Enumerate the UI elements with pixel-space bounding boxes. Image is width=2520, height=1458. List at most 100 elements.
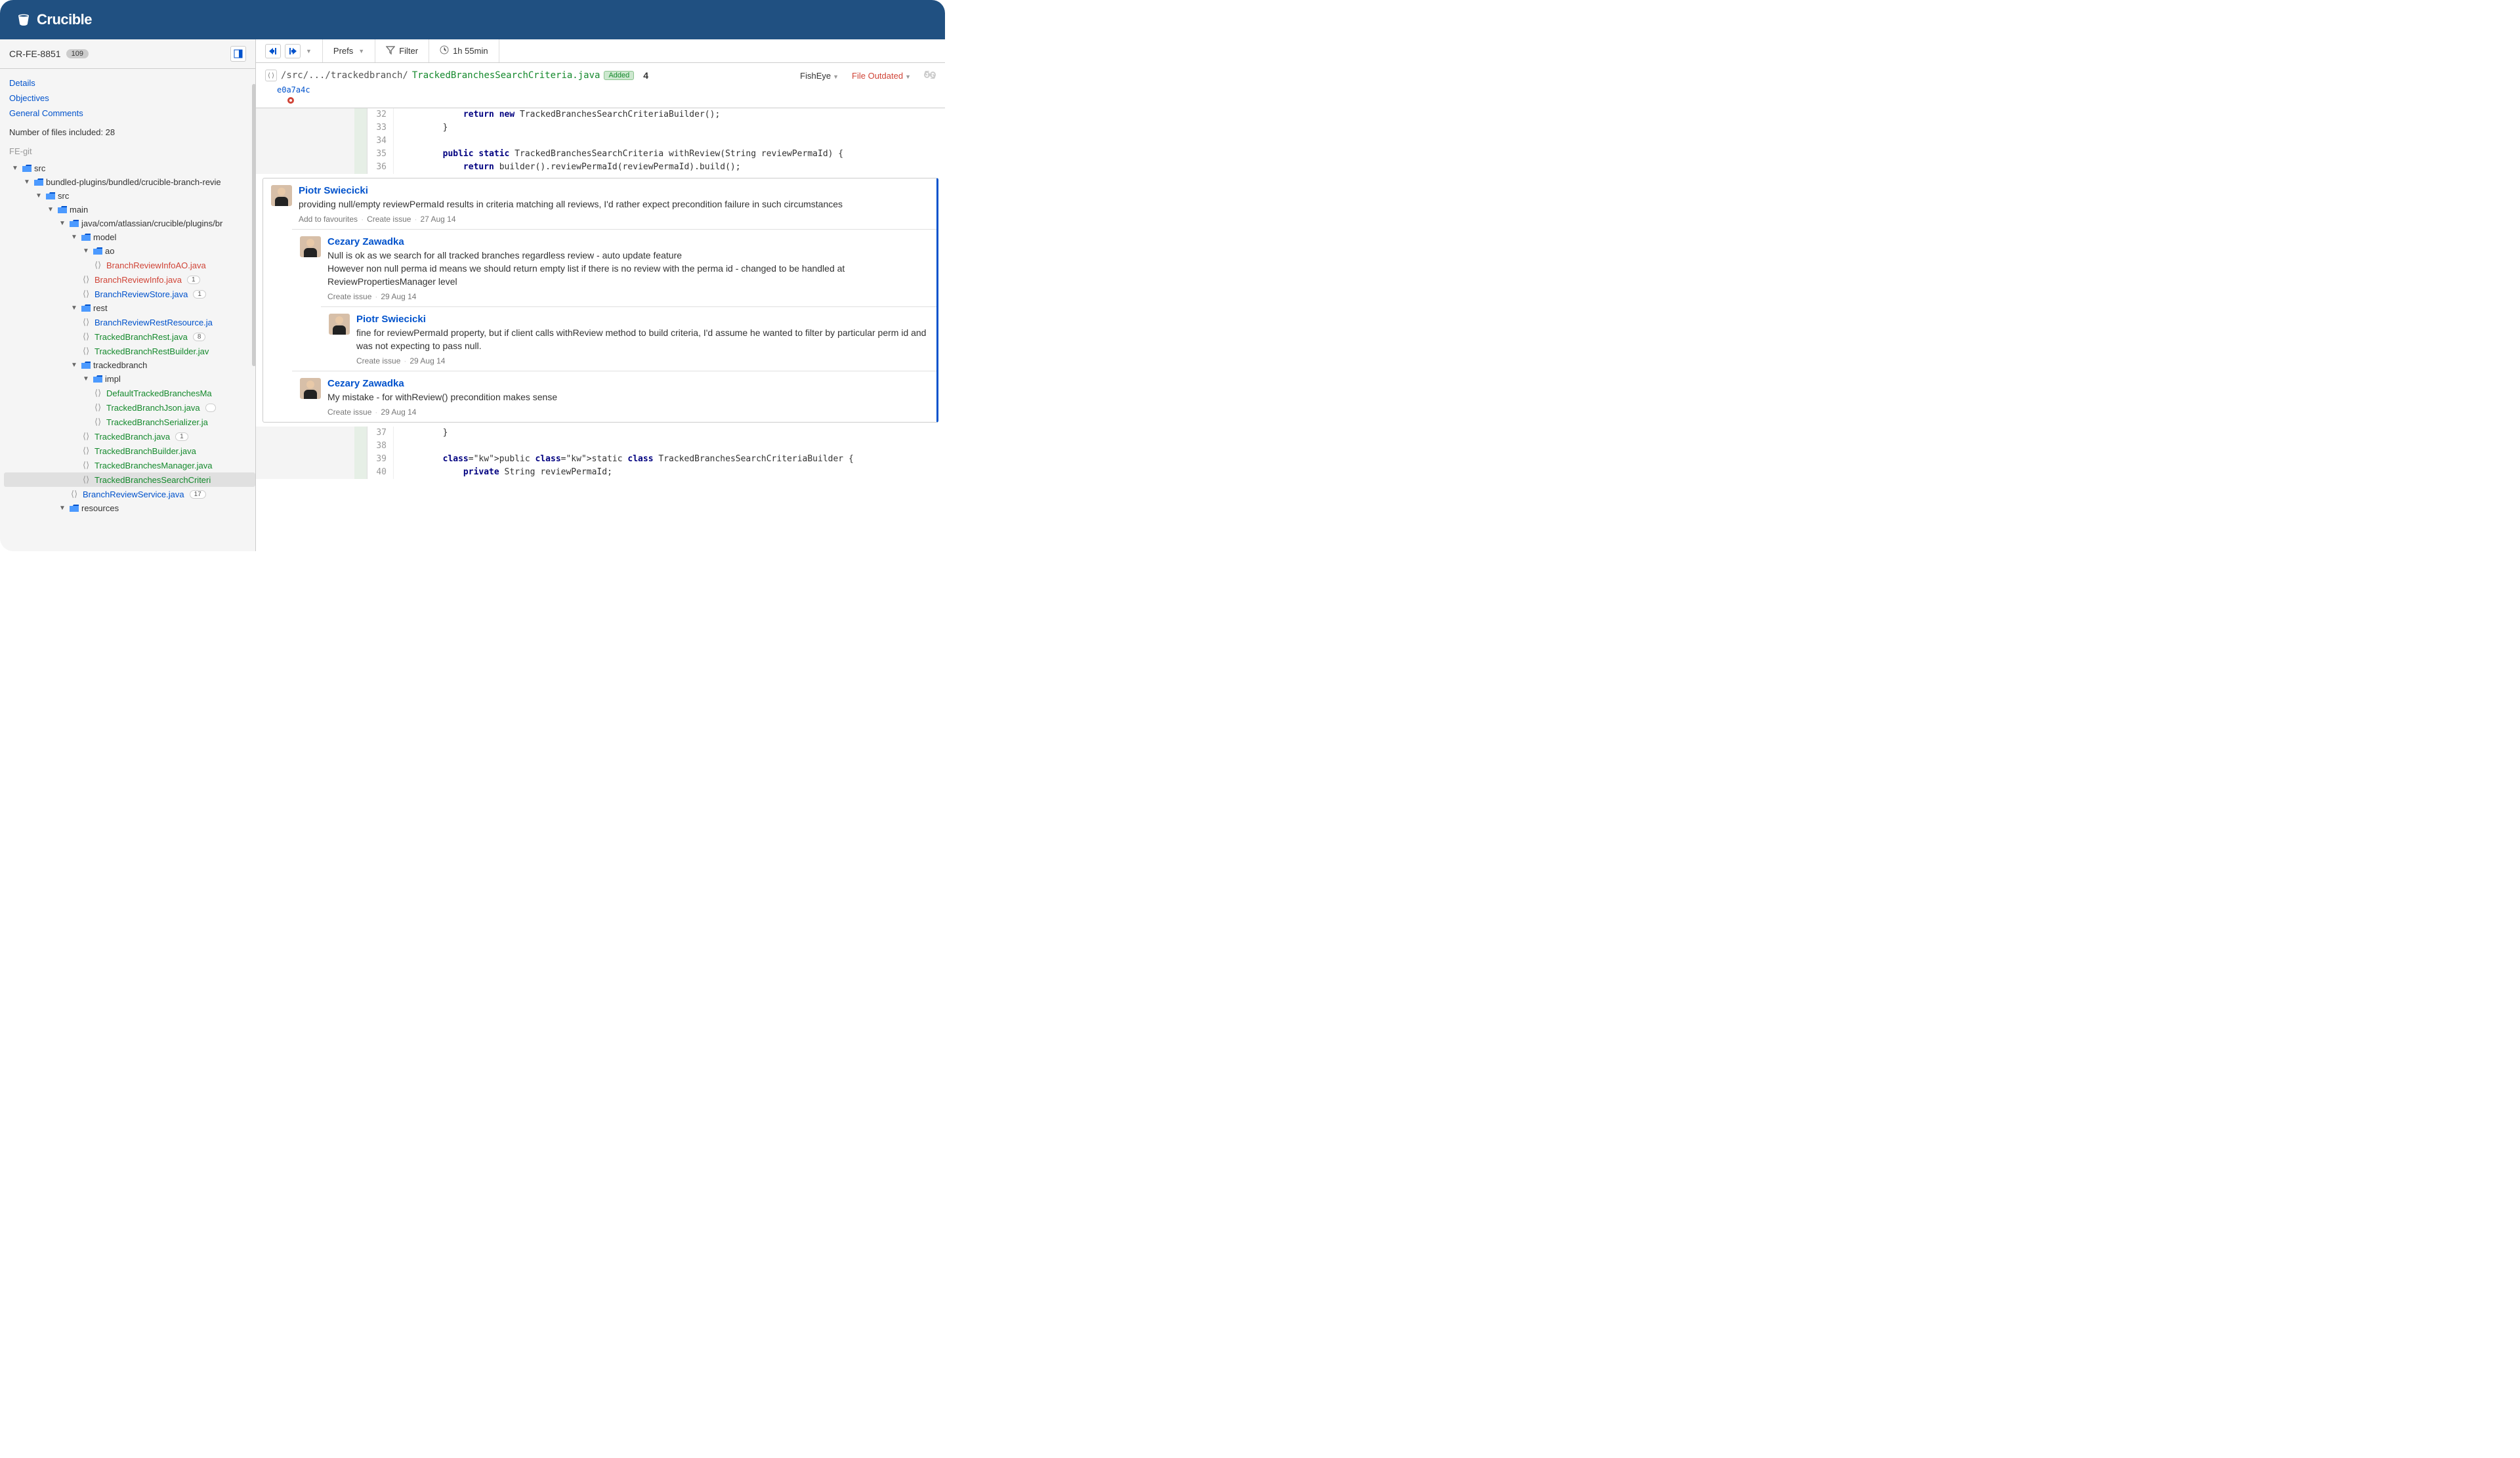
next-file-button[interactable] — [285, 44, 301, 58]
file-tree: ▼src ▼bundled-plugins/bundled/crucible-b… — [0, 161, 255, 551]
avatar[interactable] — [300, 236, 321, 257]
comment-date: 29 Aug 14 — [410, 356, 445, 365]
folder-icon — [22, 165, 32, 173]
prefs-dropdown[interactable]: Prefs ▼ — [323, 39, 375, 62]
comment: Piotr Swiecickiproviding null/empty revi… — [263, 178, 936, 229]
tree-file[interactable]: ⟨⟩TrackedBranchSerializer.ja — [4, 415, 255, 429]
code-line[interactable]: 36 return builder().reviewPermaId(review… — [256, 161, 945, 174]
folder-icon — [70, 505, 79, 512]
chevron-down-icon[interactable]: ▼ — [35, 192, 43, 199]
chevron-down-icon[interactable]: ▼ — [71, 234, 79, 241]
repo-label: FE-git — [0, 142, 255, 161]
comment-action[interactable]: Create issue — [327, 407, 371, 417]
chevron-down-icon[interactable]: ▼ — [71, 362, 79, 369]
nav-dropdown[interactable]: ▼ — [306, 48, 312, 54]
comment-badge: 1 — [175, 432, 188, 441]
tree-file[interactable]: ⟨⟩BranchReviewRestResource.ja — [4, 315, 255, 329]
tree-file[interactable]: ⟨⟩BranchReviewService.java17 — [4, 487, 255, 501]
code-line[interactable]: 32 return new TrackedBranchesSearchCrite… — [256, 108, 945, 121]
chevron-down-icon[interactable]: ▼ — [83, 375, 91, 383]
collapse-sidebar-button[interactable] — [230, 46, 246, 62]
comment-text: fine for reviewPermaId property, but if … — [356, 326, 929, 352]
tree-folder-src[interactable]: ▼src — [4, 161, 255, 175]
avatar[interactable] — [271, 185, 292, 206]
comment-meta: Create issue·29 Aug 14 — [356, 356, 929, 365]
comment-action[interactable]: Create issue — [356, 356, 400, 365]
comment-action[interactable]: Create issue — [327, 292, 371, 301]
sidebar: CR-FE-8851 109 Details Objectives Genera… — [0, 39, 256, 551]
line-number: 35 — [368, 148, 394, 161]
line-number: 40 — [368, 466, 394, 479]
avatar[interactable] — [329, 314, 350, 335]
chevron-down-icon[interactable]: ▼ — [83, 247, 91, 255]
folder-icon — [58, 206, 67, 214]
tree-folder-impl[interactable]: ▼impl — [4, 372, 255, 386]
filter-button[interactable]: Filter — [375, 39, 429, 62]
comment-date: 27 Aug 14 — [420, 215, 455, 224]
chevron-down-icon[interactable]: ▼ — [71, 304, 79, 312]
code-line[interactable]: 37 } — [256, 427, 945, 440]
tree-file[interactable]: ⟨⟩TrackedBranchesManager.java — [4, 458, 255, 472]
tree-folder-trackedbranch[interactable]: ▼trackedbranch — [4, 358, 255, 372]
commit-hash[interactable]: e0a7a4c — [277, 85, 936, 94]
code-line[interactable]: 40 private String reviewPermaId; — [256, 466, 945, 479]
chevron-down-icon[interactable]: ▼ — [59, 220, 67, 227]
chevron-down-icon[interactable]: ▼ — [12, 165, 20, 172]
brand-name: Crucible — [37, 11, 92, 28]
tree-folder-resources[interactable]: ▼resources — [4, 501, 255, 515]
sidebar-link-objectives[interactable]: Objectives — [9, 91, 246, 106]
chevron-down-icon[interactable]: ▼ — [47, 206, 55, 213]
tree-file[interactable]: ⟨⟩DefaultTrackedBranchesMa — [4, 386, 255, 400]
comment-action[interactable]: Add to favourites — [299, 215, 358, 224]
tree-file[interactable]: ⟨⟩BranchReviewInfoAO.java — [4, 258, 255, 272]
permalink-icon[interactable] — [924, 71, 936, 81]
tree-folder-rest[interactable]: ▼rest — [4, 301, 255, 315]
sidebar-scrollbar[interactable] — [252, 84, 256, 366]
tree-file[interactable]: ⟨⟩BranchReviewStore.java1 — [4, 287, 255, 301]
tree-file[interactable]: ⟨⟩TrackedBranchRest.java8 — [4, 329, 255, 344]
prev-file-button[interactable] — [265, 44, 281, 58]
logo[interactable]: Crucible — [16, 11, 92, 28]
chevron-down-icon[interactable]: ▼ — [24, 178, 32, 186]
folder-icon — [81, 234, 91, 241]
code-line[interactable]: 38 — [256, 440, 945, 453]
sidebar-link-general-comments[interactable]: General Comments — [9, 106, 246, 121]
tree-folder-javapath[interactable]: ▼java/com/atlassian/crucible/plugins/br — [4, 217, 255, 230]
chevron-down-icon[interactable]: ▼ — [59, 505, 67, 512]
fisheye-dropdown[interactable]: FishEye▼ — [800, 71, 839, 81]
comment-author[interactable]: Piotr Swiecicki — [356, 314, 929, 325]
time-display: 1h 55min — [429, 39, 499, 62]
filter-icon — [386, 45, 395, 56]
comment-author[interactable]: Cezary Zawadka — [327, 378, 929, 389]
code-text: public static TrackedBranchesSearchCrite… — [394, 148, 843, 161]
tree-file[interactable]: ⟨⟩TrackedBranch.java1 — [4, 429, 255, 444]
tree-file[interactable]: ⟨⟩TrackedBranchRestBuilder.jav — [4, 344, 255, 358]
tree-file-selected[interactable]: ⟨⟩TrackedBranchesSearchCriteri — [4, 472, 255, 487]
code-line[interactable]: 35 public static TrackedBranchesSearchCr… — [256, 148, 945, 161]
tree-file[interactable]: ⟨⟩TrackedBranchJson.java — [4, 400, 255, 415]
tree-folder-bundled[interactable]: ▼bundled-plugins/bundled/crucible-branch… — [4, 175, 255, 189]
comment-author[interactable]: Cezary Zawadka — [327, 236, 929, 247]
comment-author[interactable]: Piotr Swiecicki — [299, 185, 929, 196]
file-icon: ⟨⟩ — [83, 331, 92, 342]
sidebar-link-details[interactable]: Details — [9, 75, 246, 91]
code-line[interactable]: 34 — [256, 135, 945, 148]
tree-folder-ao[interactable]: ▼ao — [4, 244, 255, 258]
tree-folder-model[interactable]: ▼model — [4, 230, 255, 244]
comment-date: 29 Aug 14 — [381, 407, 416, 417]
comment-badge: 1 — [187, 276, 200, 284]
file-icon: ⟨⟩ — [94, 402, 104, 413]
code-line[interactable]: 33 } — [256, 121, 945, 135]
tree-folder-src2[interactable]: ▼src — [4, 189, 255, 203]
code-line[interactable]: 39 class="kw">public class="kw">static c… — [256, 453, 945, 466]
tree-folder-main[interactable]: ▼main — [4, 203, 255, 217]
tree-file[interactable]: ⟨⟩TrackedBranchBuilder.java — [4, 444, 255, 458]
file-outdated-dropdown[interactable]: File Outdated▼ — [852, 71, 911, 81]
comment-action[interactable]: Create issue — [367, 215, 411, 224]
comment: Cezary ZawadkaNull is ok as we search fo… — [292, 229, 936, 306]
file-name[interactable]: TrackedBranchesSearchCriteria.java — [412, 70, 600, 81]
avatar[interactable] — [300, 378, 321, 399]
folder-icon — [70, 220, 79, 228]
tree-file[interactable]: ⟨⟩BranchReviewInfo.java1 — [4, 272, 255, 287]
file-icon: ⟨⟩ — [83, 274, 92, 285]
